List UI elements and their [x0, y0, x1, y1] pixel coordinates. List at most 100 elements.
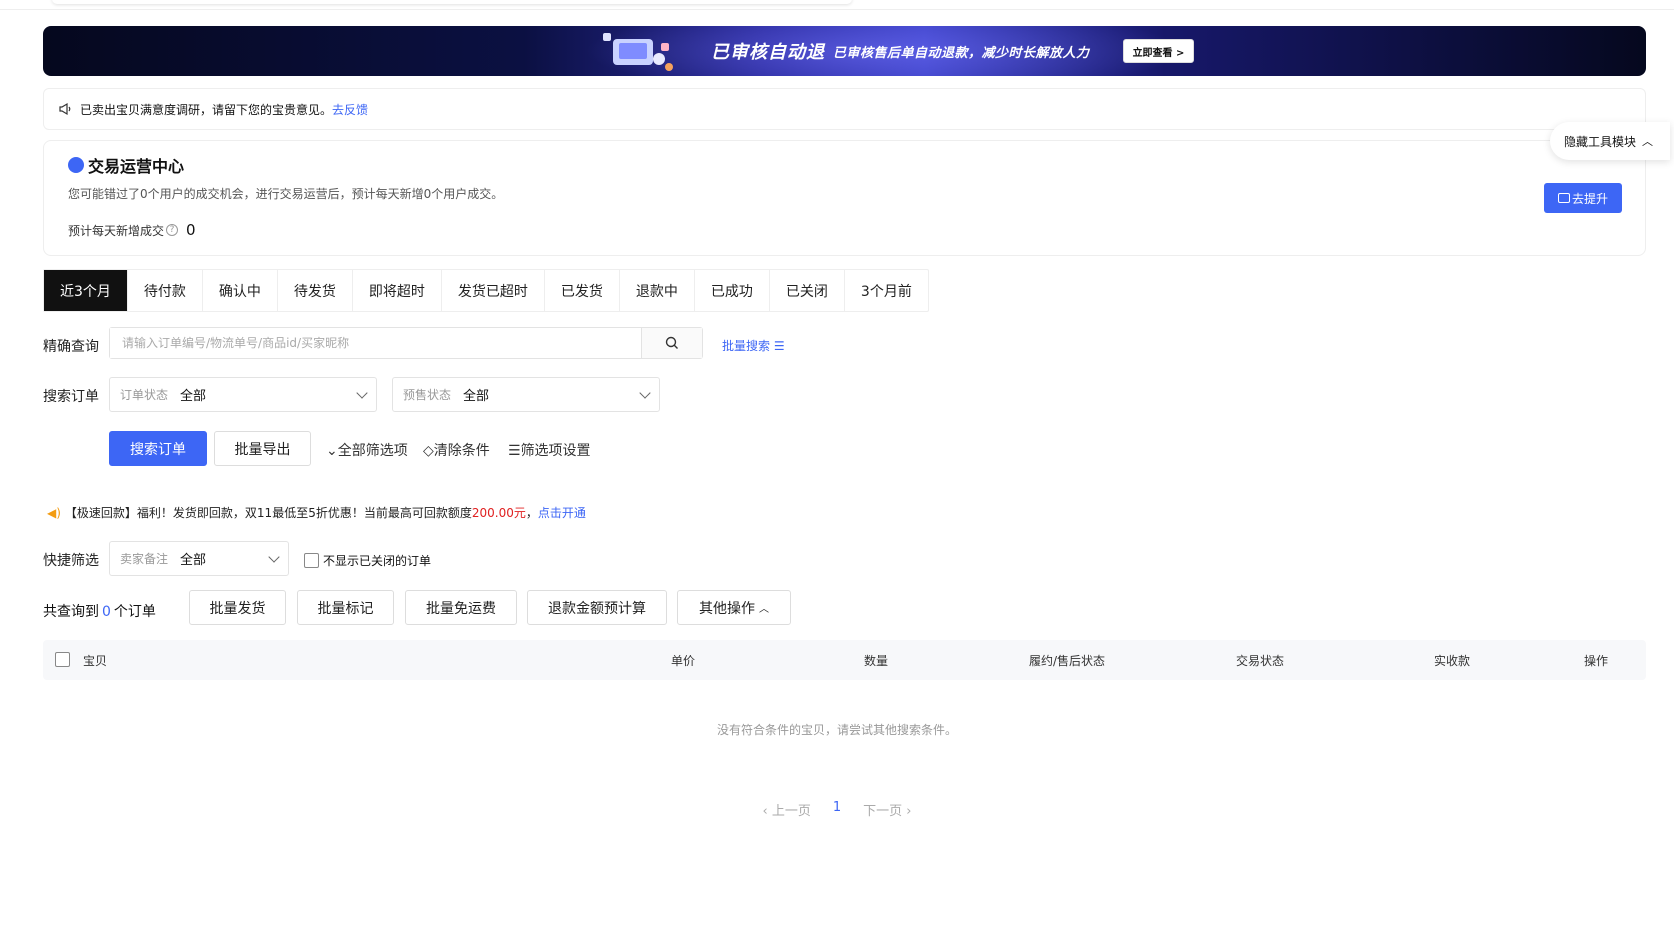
hide-tool-module-button[interactable]: 隐藏工具模块 ︿ [1550, 122, 1670, 160]
tab-pending-shipment[interactable]: 待发货 [278, 270, 353, 311]
chevron-left-icon: ‹ [762, 804, 772, 819]
refund-estimate-button[interactable]: 退款金额预计算 [527, 590, 667, 625]
order-status-select[interactable]: 订单状态 全部 [109, 377, 377, 412]
promo-amount: 200.00元 [471, 506, 526, 520]
batch-export-button[interactable]: 批量导出 [214, 431, 311, 466]
estimate-label: 预计每天新增成交 [68, 223, 165, 238]
search-order-label: 搜索订单 [43, 389, 99, 405]
tab-refunding[interactable]: 退款中 [620, 270, 695, 311]
all-filters-label: 全部筛选项 [337, 443, 408, 459]
tab-success[interactable]: 已成功 [695, 270, 770, 311]
hide-tool-label: 隐藏工具模块 [1564, 134, 1637, 149]
tab-older-than-3-months[interactable]: 3个月前 [845, 270, 928, 311]
empty-state-message: 没有符合条件的宝贝，请尝试其他搜索条件。 [716, 723, 957, 737]
current-page[interactable]: 1 [833, 800, 841, 819]
batch-mark-button[interactable]: 批量标记 [297, 590, 394, 625]
precise-query-label: 精确查询 [43, 339, 99, 355]
search-input[interactable] [110, 328, 641, 358]
other-actions-label: 其他操作 [699, 600, 755, 617]
filter-settings-button[interactable]: ☰筛选项设置 [508, 440, 591, 460]
ops-estimate: 预计每天新增成交 ? 0 [68, 221, 196, 239]
prev-page-button[interactable]: ‹ 上一页 [763, 800, 811, 819]
summary-prefix: 共查询到 [43, 604, 99, 620]
top-bar [0, 0, 1674, 10]
batch-search-label: 批量搜索 [722, 339, 771, 353]
summary-suffix: 个订单 [113, 604, 156, 620]
bag-icon [68, 157, 84, 173]
hide-closed-checkbox[interactable] [304, 553, 319, 568]
promo-activate-link[interactable]: 点击开通 [538, 504, 586, 521]
promo-text: 【极速回款】福利！发货即回款，双11最低至5折优惠！当前最高可回款额度 [64, 506, 472, 520]
chevron-down-icon [639, 386, 651, 399]
list-search-icon: ☰ [773, 339, 785, 353]
presale-status-value: 全部 [463, 389, 490, 404]
chevron-down-icon [268, 550, 280, 563]
notice-text: 已卖出宝贝满意度调研，请留下您的宝贵意见。 [80, 102, 333, 117]
promo-separator: ， [525, 506, 538, 520]
feedback-link[interactable]: 去反馈 [332, 101, 368, 118]
improve-button[interactable]: 去提升 [1544, 183, 1622, 213]
list-icon: ☰ [508, 443, 521, 459]
seller-note-value: 全部 [180, 553, 207, 568]
tab-recent-3-months[interactable]: 近3个月 [44, 270, 128, 311]
tab-closed[interactable]: 已关闭 [770, 270, 845, 311]
filter-settings-label: 筛选项设置 [520, 443, 591, 459]
megaphone-icon [59, 102, 71, 116]
tab-shipment-overdue[interactable]: 发货已超时 [442, 270, 545, 311]
next-page-button[interactable]: 下一页 › [863, 800, 911, 819]
chevron-up-icon: ︿ [1642, 135, 1654, 148]
col-qty: 数量 [864, 654, 889, 668]
trade-ops-center: 交易运营中心 您可能错过了0个用户的成交机会，进行交易运营后，预计每天新增0个用… [43, 140, 1646, 256]
orders-table-header: 宝贝 单价 数量 履约/售后状态 交易状态 实收款 操作 [43, 640, 1646, 680]
col-price: 单价 [671, 654, 696, 668]
banner-illustration-icon [603, 33, 673, 71]
batch-free-shipping-button[interactable]: 批量免运费 [405, 590, 517, 625]
tab-confirming[interactable]: 确认中 [203, 270, 278, 311]
banner-subtitle: 已审核售后单自动退款，减少时长解放人力 [833, 46, 1090, 61]
help-icon[interactable]: ? [166, 224, 179, 236]
clear-conditions-button[interactable]: ◇清除条件 [423, 440, 490, 460]
col-operations: 操作 [1584, 654, 1609, 668]
fast-payment-promo: ◀) 【极速回款】福利！发货即回款，双11最低至5折优惠！当前最高可回款额度 2… [47, 504, 586, 521]
presale-status-key: 预售状态 [403, 388, 452, 402]
chevron-right-icon: › [902, 804, 912, 819]
eraser-icon: ◇ [423, 443, 434, 459]
ops-title-text: 交易运营中心 [88, 157, 185, 176]
banner-view-button[interactable]: 立即查看 > [1123, 39, 1194, 63]
tab-about-to-timeout[interactable]: 即将超时 [353, 270, 442, 311]
promo-banner[interactable]: 已审核自动退 已审核售后单自动退款，减少时长解放人力 立即查看 > [43, 26, 1646, 76]
quick-filter-label: 快捷筛选 [43, 553, 99, 569]
batch-search-link[interactable]: 批量搜索 ☰ [722, 337, 785, 354]
hide-closed-orders-option[interactable]: 不显示已关闭的订单 [304, 552, 431, 569]
other-actions-dropdown[interactable]: 其他操作 ︿ [677, 590, 791, 625]
order-status-value: 全部 [180, 389, 207, 404]
top-search-pill[interactable] [52, 0, 852, 4]
tab-shipped[interactable]: 已发货 [545, 270, 620, 311]
seller-note-key: 卖家备注 [120, 552, 169, 566]
order-count-summary: 共查询到 0 个订单 [43, 601, 156, 621]
order-count: 0 [102, 604, 111, 620]
pagination: ‹ 上一页 1 下一页 › [0, 800, 1674, 819]
search-orders-button[interactable]: 搜索订单 [109, 431, 207, 466]
survey-notice: 已卖出宝贝满意度调研，请留下您的宝贵意见。 去反馈 [43, 88, 1646, 130]
all-filters-toggle[interactable]: ⌄全部筛选项 [326, 440, 408, 460]
tab-pending-payment[interactable]: 待付款 [128, 270, 203, 311]
order-status-key: 订单状态 [120, 388, 169, 402]
batch-ship-button[interactable]: 批量发货 [189, 590, 286, 625]
chevron-up-icon: ︿ [759, 604, 769, 615]
ops-title: 交易运营中心 [68, 153, 184, 177]
search-button[interactable] [641, 328, 702, 358]
presale-status-select[interactable]: 预售状态 全部 [392, 377, 660, 412]
precise-search [109, 327, 703, 359]
order-status-tabs: 近3个月 待付款 确认中 待发货 即将超时 发货已超时 已发货 退款中 已成功 … [43, 269, 929, 312]
improve-button-label: 去提升 [1571, 191, 1608, 206]
col-paid-amount: 实收款 [1434, 654, 1471, 668]
seller-note-select[interactable]: 卖家备注 全部 [109, 541, 289, 576]
chevron-down-small-icon: ⌄ [326, 443, 338, 459]
search-icon [665, 336, 678, 349]
select-all-checkbox[interactable] [55, 652, 70, 667]
banner-title: 已审核自动退 [711, 42, 825, 63]
chart-icon [1557, 193, 1570, 203]
col-trade-status: 交易状态 [1236, 654, 1285, 668]
estimate-value: 0 [186, 221, 196, 239]
